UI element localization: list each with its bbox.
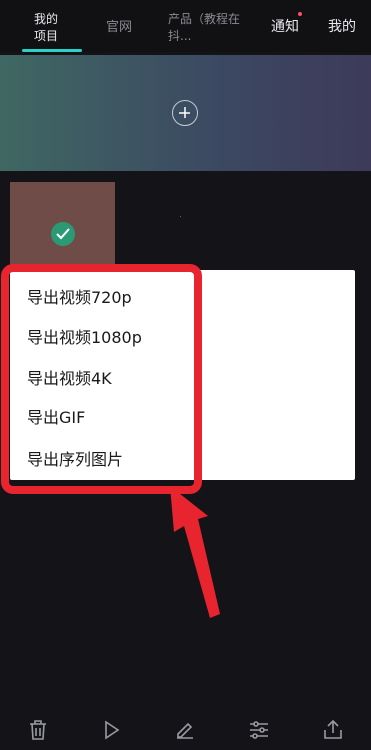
check-icon: [51, 222, 75, 246]
share-icon[interactable]: [321, 718, 345, 742]
sliders-icon[interactable]: [247, 718, 271, 742]
project-thumbnail[interactable]: [10, 182, 115, 277]
tab-product[interactable]: 产品（教程在抖...: [168, 11, 240, 45]
active-tab-indicator: [22, 49, 82, 52]
highlight-box: [1, 264, 202, 494]
tab-mine[interactable]: 我的: [328, 19, 356, 36]
trash-icon[interactable]: [26, 718, 50, 742]
top-navigation: 我的项目 官网 产品（教程在抖... 通知 我的: [0, 0, 371, 52]
tab-notifications[interactable]: 通知: [271, 19, 299, 36]
pointer-arrow-icon: [170, 486, 220, 618]
play-icon[interactable]: [99, 718, 123, 742]
edit-icon[interactable]: [173, 718, 197, 742]
speck: [180, 216, 181, 217]
tab-my-projects[interactable]: 我的项目: [34, 11, 66, 45]
notification-dot: [298, 12, 302, 16]
new-project-button[interactable]: [0, 55, 371, 171]
plus-circle-icon: [172, 100, 198, 126]
tab-official-site[interactable]: 官网: [106, 19, 132, 36]
bottom-toolbar: [0, 710, 371, 750]
